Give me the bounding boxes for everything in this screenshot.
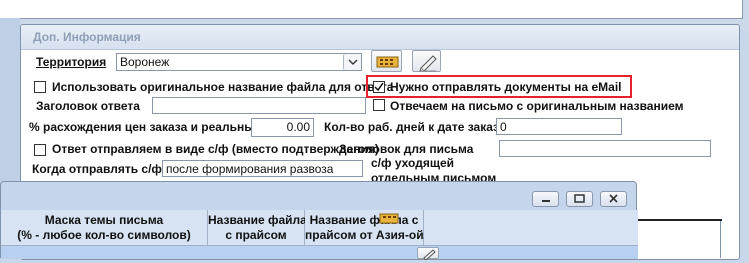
edit-button[interactable] bbox=[412, 50, 441, 72]
use-original-filename-checkbox[interactable] bbox=[34, 81, 46, 93]
letter-header-suffix: с/ф уходящей bbox=[371, 156, 455, 170]
letter-header-label: Заголовок для письма bbox=[339, 142, 474, 156]
calculator-icon bbox=[379, 213, 399, 224]
send-email-label: Нужно отправлять документы на eMail bbox=[390, 80, 622, 94]
territory-select[interactable]: Воронеж bbox=[116, 53, 362, 71]
reply-original-checkbox[interactable] bbox=[373, 99, 385, 111]
column-header-filename-label: Название файла с прайсом bbox=[208, 213, 307, 242]
grid-edit-button[interactable] bbox=[417, 247, 439, 261]
restore-icon bbox=[574, 194, 585, 203]
background-window-content bbox=[0, 0, 743, 19]
reply-header-label: Заголовок ответа bbox=[36, 99, 140, 113]
reply-original-label: Отвечаем на письмо с оригинальным назван… bbox=[390, 99, 684, 113]
divider-line bbox=[634, 219, 722, 221]
use-original-filename-label: Использовать оригинальное название файла… bbox=[52, 80, 394, 94]
workdays-label: Кол-во раб. дней к дате заказа bbox=[324, 120, 506, 134]
grid-header: Маска темы письма (% - любое кол-во симв… bbox=[1, 210, 638, 246]
price-mask-window: Маска темы письма (% - любое кол-во симв… bbox=[0, 181, 638, 261]
chevron-down-icon bbox=[348, 59, 358, 65]
column-header-mask[interactable]: Маска темы письма (% - любое кол-во симв… bbox=[1, 210, 208, 246]
send-email-checkbox[interactable] bbox=[373, 81, 385, 93]
pencil-icon bbox=[419, 55, 437, 72]
column-header-filename[interactable]: Название файла с прайсом bbox=[208, 210, 307, 246]
calculator-button[interactable] bbox=[371, 50, 402, 72]
reply-as-invoice-label: Ответ отправляем в виде с/ф (вместо подт… bbox=[52, 142, 379, 156]
minimize-button[interactable] bbox=[532, 191, 559, 207]
panel-title: Доп. Информация bbox=[33, 30, 141, 44]
pencil-icon bbox=[423, 249, 436, 261]
territory-dropdown-button[interactable] bbox=[343, 54, 361, 70]
reply-header-input[interactable] bbox=[152, 97, 366, 114]
grid-row[interactable] bbox=[1, 246, 638, 261]
restore-button[interactable] bbox=[566, 191, 593, 207]
column-header-asia-oil-label: Название файла с прайсом от Азия-ойл bbox=[305, 213, 432, 242]
minimize-icon bbox=[542, 200, 550, 202]
panel-edge bbox=[720, 221, 721, 258]
workdays-input[interactable]: 0 bbox=[496, 118, 622, 135]
grid-calculator-button[interactable] bbox=[378, 212, 400, 226]
territory-value: Воронеж bbox=[120, 55, 170, 69]
price-diff-input[interactable]: 0.00 bbox=[251, 118, 314, 137]
panel-header: Доп. Информация bbox=[21, 25, 739, 50]
column-header-empty bbox=[424, 210, 638, 246]
territory-label[interactable]: Территория bbox=[36, 55, 106, 69]
calculator-icon bbox=[376, 56, 399, 68]
letter-header-input[interactable] bbox=[499, 140, 711, 157]
checkmark-icon bbox=[374, 82, 384, 92]
when-send-label: Когда отправлять с/ф bbox=[32, 162, 162, 176]
close-icon bbox=[609, 194, 618, 203]
reply-as-invoice-checkbox[interactable] bbox=[34, 144, 46, 156]
column-header-asia-oil[interactable]: Название файла с прайсом от Азия-ойл bbox=[305, 210, 431, 246]
close-button[interactable] bbox=[600, 191, 627, 207]
when-send-select[interactable]: после формирования развоза bbox=[162, 160, 363, 177]
column-header-mask-label: Маска темы письма (% - любое кол-во симв… bbox=[17, 213, 191, 242]
price-diff-label: % расхождения цен заказа и реальных bbox=[29, 120, 262, 134]
